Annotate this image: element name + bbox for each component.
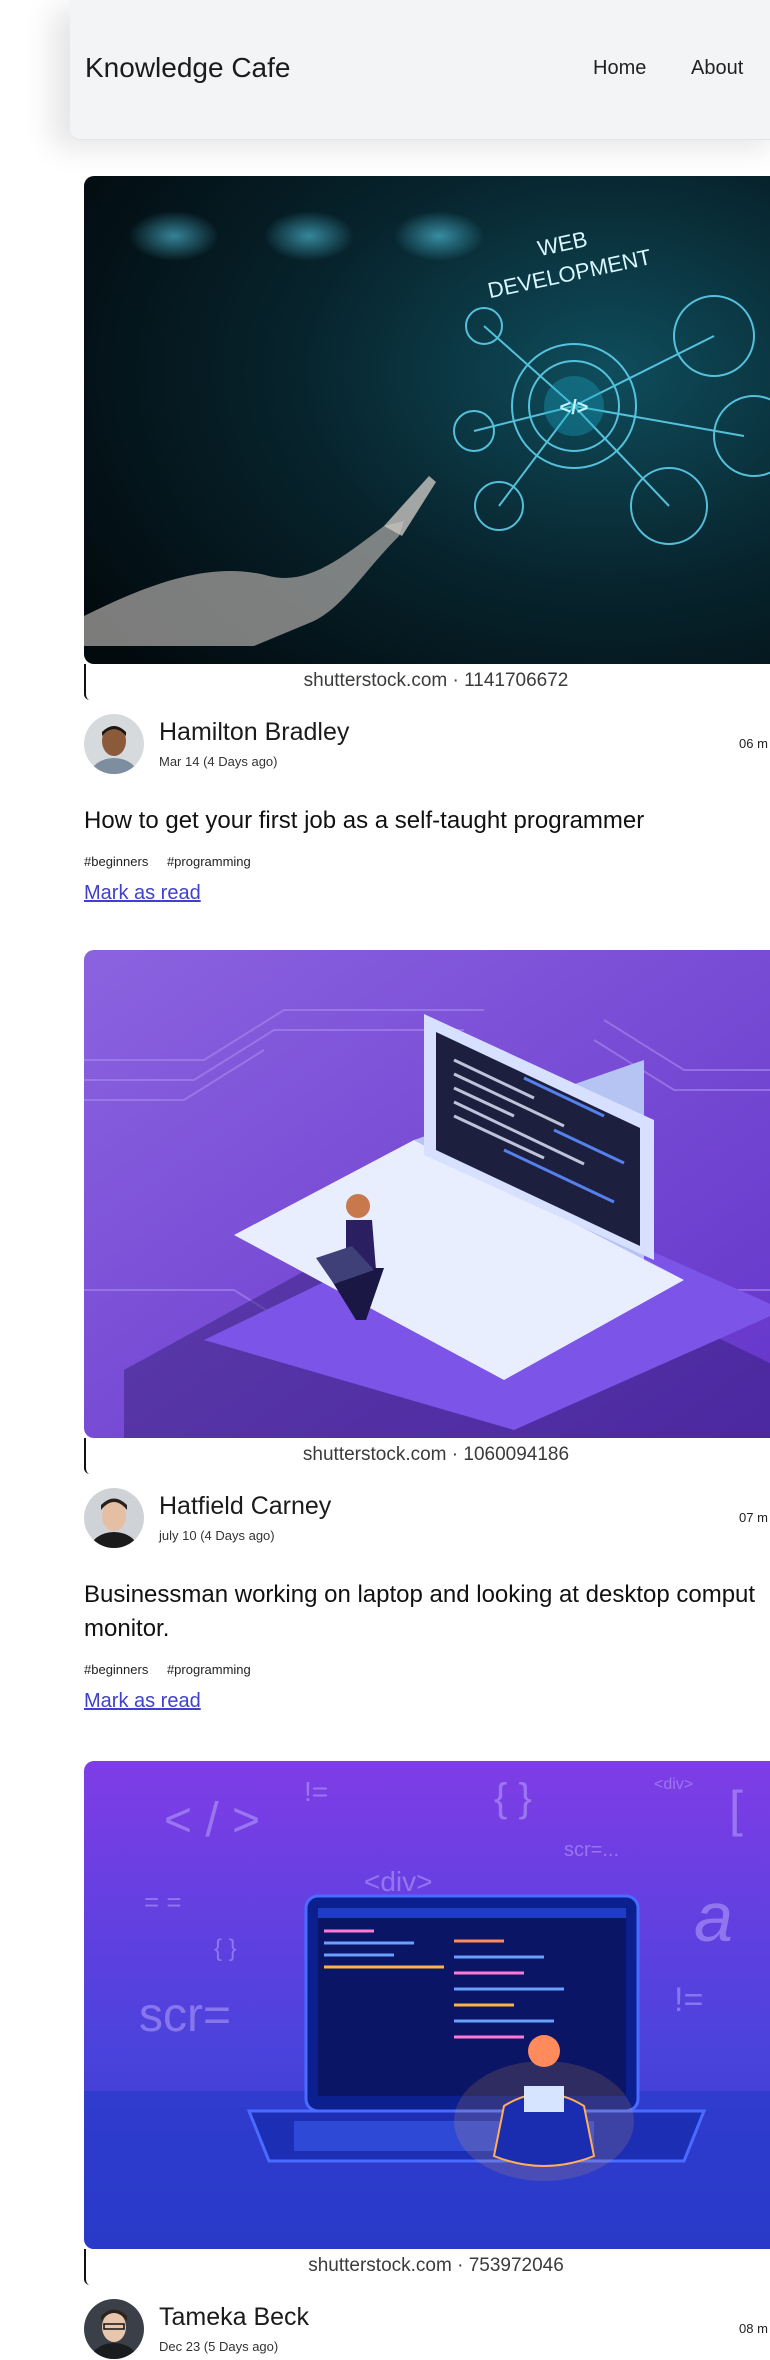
mark-as-read-link[interactable]: Mark as read — [84, 882, 201, 905]
image-text: scr=... — [564, 1839, 619, 1861]
image-credit-strip: shutterstock.com · 1141706672 — [84, 664, 770, 700]
image-credit-strip: shutterstock.com · 1060094186 — [84, 1438, 770, 1474]
image-text: a — [694, 1878, 733, 1956]
post-thumbnail[interactable] — [84, 950, 770, 1438]
post-title[interactable]: Businessman working on laptop and lookin… — [84, 1578, 770, 1646]
navbar: Knowledge Cafe Home About — [70, 0, 770, 140]
image-text: < / > — [164, 1794, 260, 1847]
image-credit-strip: shutterstock.com · 753972046 — [84, 2249, 770, 2285]
post-thumbnail[interactable]: < / > != { } <div> scr=... = = { } <div>… — [84, 1761, 770, 2249]
author-name[interactable]: Tameka Beck — [159, 2303, 309, 2332]
image-text: [ — [729, 1781, 743, 1837]
read-time: 06 m — [739, 736, 768, 751]
author-name[interactable]: Hatfield Carney — [159, 1492, 331, 1521]
image-text: <div> — [364, 1866, 433, 1897]
svg-text:</>: </> — [560, 397, 589, 419]
post-title-line: Businessman working on laptop and lookin… — [84, 1581, 756, 1608]
post-thumbnail[interactable]: </> WEB DEVELOPMENT — [84, 176, 770, 664]
read-time: 07 m — [739, 1510, 768, 1525]
image-text: = = — [144, 1887, 182, 1917]
image-text: != — [304, 1776, 328, 1807]
avatar[interactable] — [84, 2299, 144, 2359]
post-title[interactable]: How to get your first job as a self-taug… — [84, 804, 770, 838]
avatar[interactable] — [84, 1488, 144, 1548]
image-text: != — [674, 1981, 703, 2019]
nav-link-home[interactable]: Home — [593, 57, 646, 80]
nav-link-about[interactable]: About — [691, 57, 743, 80]
tag-list: #beginners #programming — [84, 1662, 266, 1677]
image-credit: shutterstock.com · 753972046 — [308, 2255, 564, 2276]
brand-title[interactable]: Knowledge Cafe — [85, 52, 290, 84]
read-time: 08 m — [739, 2321, 768, 2336]
post-title-line: monitor. — [84, 1615, 170, 1642]
image-credit: shutterstock.com · 1060094186 — [302, 1444, 570, 1465]
image-text: <div> — [654, 1776, 693, 1793]
tag[interactable]: #beginners — [84, 1662, 148, 1677]
web-development-illustration: </> WEB DEVELOPMENT — [84, 176, 770, 664]
mark-as-read-link[interactable]: Mark as read — [84, 1690, 201, 1713]
post-date: Mar 14 (4 Days ago) — [159, 754, 278, 769]
laptop-illustration — [84, 950, 770, 1438]
tag[interactable]: #beginners — [84, 854, 148, 869]
tag[interactable]: #programming — [167, 1662, 251, 1677]
tag[interactable]: #programming — [167, 854, 251, 869]
image-text: { } — [214, 1935, 237, 1962]
post-date: july 10 (4 Days ago) — [159, 1528, 275, 1543]
post-date: Dec 23 (5 Days ago) — [159, 2339, 279, 2354]
image-text: { } — [494, 1776, 532, 1820]
avatar[interactable] — [84, 714, 144, 774]
author-name[interactable]: Hamilton Bradley — [159, 718, 349, 747]
image-text: scr= — [139, 1989, 231, 2042]
tag-list: #beginners #programming — [84, 854, 266, 869]
coding-laptop-illustration: < / > != { } <div> scr=... = = { } <div>… — [84, 1761, 770, 2249]
image-credit: shutterstock.com · 1141706672 — [303, 670, 569, 691]
